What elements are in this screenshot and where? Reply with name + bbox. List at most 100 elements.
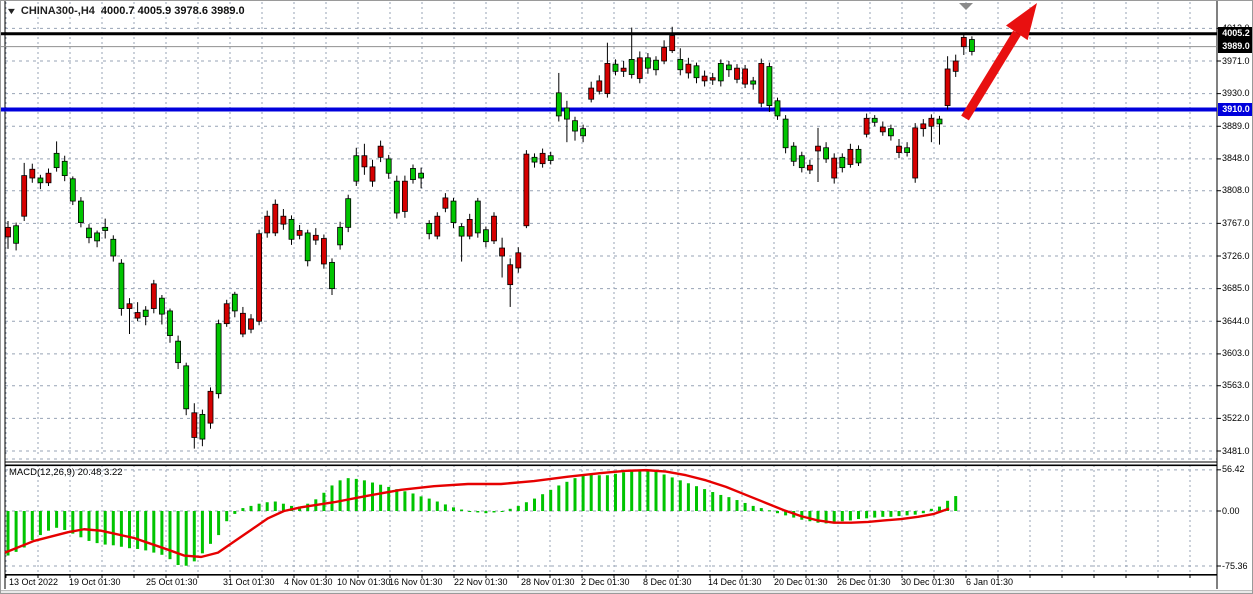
macd-histogram-bar [760, 508, 763, 511]
price-tick-label: 3563.0 [1222, 380, 1252, 391]
candle-body [807, 165, 812, 170]
candle-body [459, 227, 464, 237]
date-label: 28 Nov 01:30 [521, 577, 575, 587]
candle-body [467, 219, 472, 236]
candle-body [783, 119, 788, 148]
candle-body [281, 216, 286, 224]
price-tick-label: 3889.0 [1222, 121, 1252, 132]
candle-body [119, 263, 124, 308]
candle-body [216, 324, 221, 394]
macd-histogram-bar [776, 511, 779, 513]
macd-histogram-bar [355, 479, 358, 511]
price-tick-label: 3481.0 [1222, 446, 1252, 457]
candle-body [548, 156, 553, 161]
candle-body [516, 253, 521, 268]
candle-body [330, 262, 335, 288]
macd-histogram-bar [322, 493, 325, 511]
macd-histogram-bar [185, 511, 188, 566]
macd-histogram-bar [671, 477, 674, 511]
candle-body [848, 149, 853, 164]
macd-histogram-bar [873, 511, 876, 518]
candle-body [532, 157, 537, 162]
candle-body [921, 124, 926, 129]
candle-body [111, 239, 116, 256]
macd-histogram-bar [655, 472, 658, 511]
candle-body [168, 311, 173, 336]
candle-body [313, 235, 318, 240]
candle-body [62, 161, 67, 175]
macd-histogram-bar [638, 469, 641, 511]
macd-histogram-bar [217, 511, 220, 535]
macd-histogram-bar [412, 493, 415, 511]
price-badge-3989.0: 3989.0 [1218, 40, 1253, 53]
candle-body [208, 391, 213, 423]
chart-graphics[interactable] [1, 1, 1253, 594]
macd-histogram-bar [468, 511, 471, 512]
date-label: 25 Oct 01:30 [146, 577, 198, 587]
candle-body [613, 64, 618, 71]
candle-body [702, 76, 707, 81]
symbol-period-label: CHINA300-,H4 [21, 5, 95, 17]
price-tick-label: 3603.0 [1222, 348, 1252, 359]
macd-histogram-bar [865, 511, 868, 518]
candle-body [257, 234, 262, 322]
candle-body [897, 146, 902, 152]
macd-histogram-bar [881, 511, 884, 517]
candle-body [726, 65, 731, 70]
candle-body [678, 59, 683, 69]
candle-body [759, 63, 764, 103]
macd-histogram-bar [120, 511, 123, 547]
macd-histogram-bar [225, 511, 228, 521]
grid-lines [5, 2, 1217, 574]
price-tick-label: 3726.0 [1222, 251, 1252, 262]
candle-body [321, 238, 326, 263]
macd-histogram-bar [849, 511, 852, 520]
candle-body [775, 101, 780, 116]
candle-body [629, 59, 634, 74]
candle-body [184, 366, 189, 409]
chart-title: ▼CHINA300-,H44000.7 4005.9 3978.6 3989.0 [7, 5, 245, 17]
candle-body [30, 169, 35, 178]
candle-body [710, 78, 715, 80]
macd-histogram-bar [403, 491, 406, 511]
macd-histogram-bar [7, 511, 10, 556]
annotations [959, 3, 1037, 118]
candle-body [735, 68, 740, 79]
candle-body [937, 119, 942, 124]
price-tick-label: 3808.0 [1222, 185, 1252, 196]
candle-body [564, 108, 569, 119]
macd-histogram-bar [549, 490, 552, 511]
candle-body [394, 181, 399, 213]
date-label: 14 Dec 01:30 [708, 577, 762, 587]
candle-body [581, 129, 586, 136]
date-label: 31 Oct 01:30 [223, 577, 275, 587]
candle-body [38, 178, 43, 183]
candle-body [670, 36, 675, 51]
date-label: 2 Dec 01:30 [581, 577, 630, 587]
macd-histogram-bar [55, 511, 58, 528]
panel-borders [5, 1, 1217, 589]
macd-histogram-bar [193, 511, 196, 561]
symbol-dropdown-icon[interactable]: ▼ [6, 6, 18, 16]
date-label: 4 Nov 01:30 [284, 577, 333, 587]
macd-histogram-bar [476, 511, 479, 512]
macd-histogram-bar [460, 510, 463, 511]
date-label: 19 Oct 01:30 [69, 577, 121, 587]
candle-body [767, 67, 772, 106]
date-label: 13 Oct 2022 [9, 577, 58, 587]
macd-tick-label: 56.42 [1222, 464, 1253, 475]
macd-histogram-bar [727, 497, 730, 511]
candle-body [645, 58, 650, 68]
price-badge-4005.2: 4005.2 [1218, 27, 1253, 40]
candle-body [95, 233, 100, 241]
macd-histogram-bar [525, 502, 528, 511]
candle-body [297, 231, 302, 236]
macd-histogram-bar [938, 507, 941, 511]
macd-histogram-bar [906, 511, 909, 515]
macd-histogram-bar [452, 507, 455, 511]
date-label: 30 Dec 01:30 [901, 577, 955, 587]
candle-body [22, 176, 27, 217]
candle-body [273, 204, 278, 233]
candle-body [46, 173, 51, 183]
macd-histogram-bar [31, 511, 34, 540]
